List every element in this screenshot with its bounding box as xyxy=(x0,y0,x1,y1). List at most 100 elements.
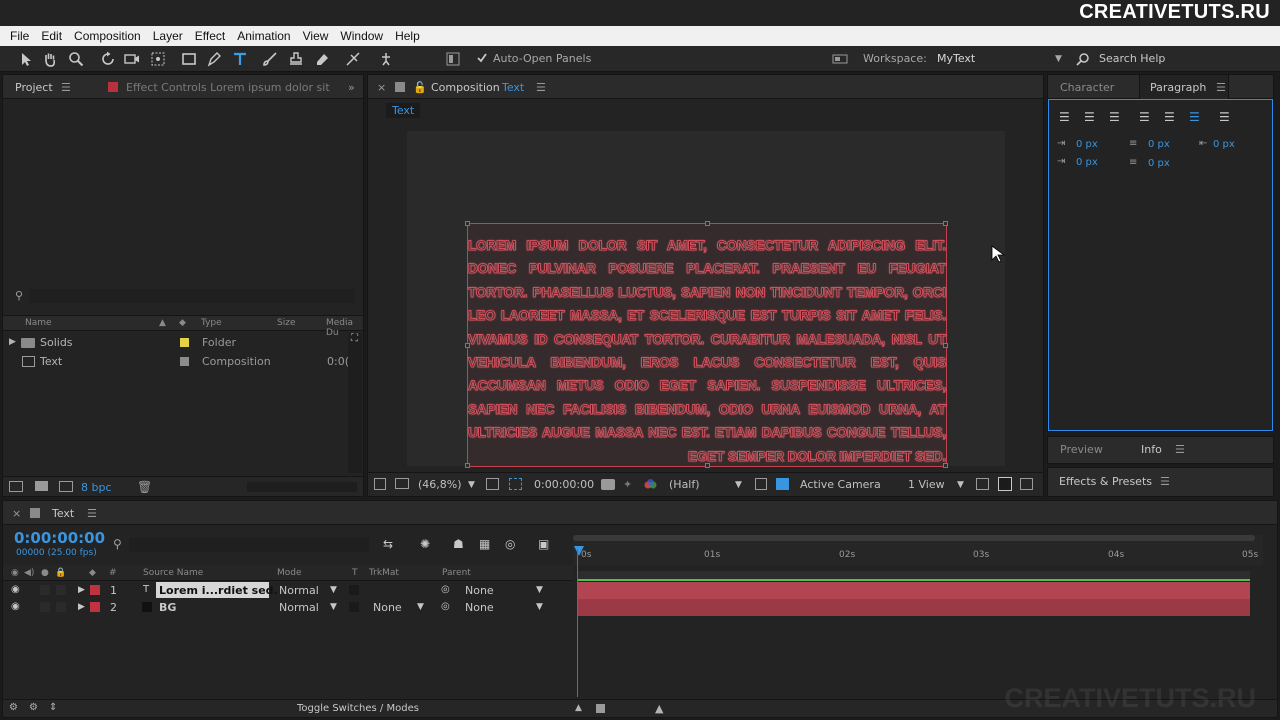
fast-preview-icon[interactable] xyxy=(755,478,767,490)
column-source-name[interactable]: Source Name xyxy=(143,568,203,578)
roto-brush-tool-icon[interactable] xyxy=(345,51,361,67)
zoom-out-icon[interactable]: ▲ xyxy=(575,703,582,713)
solo-switch-icon[interactable]: ● xyxy=(41,568,49,578)
snapshot-camera-icon[interactable] xyxy=(601,479,615,490)
tab-effects-presets[interactable]: Effects & Presets xyxy=(1059,475,1152,488)
zoom-tool-icon[interactable] xyxy=(68,51,84,67)
panel-menu-icon[interactable]: ☰ xyxy=(87,507,97,520)
indent-left-field[interactable]: 0 px xyxy=(1076,139,1098,150)
puppet-pin-tool-icon[interactable] xyxy=(378,51,394,67)
project-search-input[interactable] xyxy=(29,289,355,303)
column-number[interactable]: # xyxy=(109,568,117,578)
type-tool-icon[interactable] xyxy=(232,51,248,67)
layer-row-bg[interactable]: ◉ ▶ 2 BG Normal ▼ None ▼ ◎ None ▼ xyxy=(3,599,573,616)
auto-open-checkbox[interactable] xyxy=(476,52,488,64)
menu-file[interactable]: File xyxy=(4,29,35,43)
solo-toggle[interactable] xyxy=(40,585,50,595)
column-trkmat[interactable]: TrkMat xyxy=(369,568,399,578)
frame-blending-icon[interactable]: ▦ xyxy=(479,537,490,551)
transform-handle[interactable] xyxy=(465,463,470,468)
view-layout-select[interactable]: 1 View xyxy=(908,478,945,491)
panel-menu-icon[interactable]: ☰ xyxy=(1175,443,1185,456)
solo-toggle[interactable] xyxy=(40,602,50,612)
transfer-controls-icon[interactable]: ⚙ xyxy=(29,702,38,713)
draft-3d-icon[interactable]: ✺ xyxy=(420,537,430,551)
zoom-slider-thumb[interactable] xyxy=(596,704,605,713)
tab-info[interactable]: Info xyxy=(1141,443,1162,456)
column-name[interactable]: Name xyxy=(25,318,52,328)
timeline-search-input[interactable] xyxy=(129,538,369,552)
tab-preview[interactable]: Preview xyxy=(1060,443,1103,456)
search-help-input[interactable]: Search Help xyxy=(1099,52,1165,65)
close-icon[interactable]: × xyxy=(377,81,386,94)
pick-whip-icon[interactable]: ◎ xyxy=(441,584,450,595)
composition-name[interactable]: Text xyxy=(502,81,524,94)
rotate-tool-icon[interactable] xyxy=(100,51,116,67)
blend-mode-select[interactable]: Normal xyxy=(279,584,319,597)
layer-name[interactable]: Lorem i...rdiet sed. xyxy=(159,584,278,597)
flowchart-icon[interactable] xyxy=(1020,478,1033,490)
toggle-switches-modes-button[interactable]: Toggle Switches / Modes xyxy=(297,703,419,714)
interpret-footage-icon[interactable] xyxy=(9,481,23,492)
composition-viewer[interactable]: Lorem ipsum dolor sit amet, consectetur … xyxy=(368,123,1043,469)
project-item-solids[interactable]: ▶ Solids Folder xyxy=(3,333,348,352)
toggle-pixel-aspect-icon[interactable] xyxy=(976,478,989,490)
mode-chevron-down-icon[interactable]: ▼ xyxy=(330,602,337,612)
close-icon[interactable]: × xyxy=(12,507,21,520)
transform-handle[interactable] xyxy=(705,221,710,226)
column-size[interactable]: Size xyxy=(277,318,295,328)
panel-menu-icon[interactable]: ☰ xyxy=(61,81,71,94)
selection-tool-icon[interactable] xyxy=(18,51,34,67)
panel-menu-icon[interactable]: ☰ xyxy=(1160,475,1170,488)
tab-timeline-text[interactable]: Text xyxy=(52,507,74,520)
first-line-indent-field[interactable]: 0 px xyxy=(1076,157,1098,168)
monitor-icon[interactable] xyxy=(395,478,409,489)
eye-icon[interactable]: ◉ xyxy=(11,584,20,595)
tab-effect-controls[interactable]: Effect Controls Lorem ipsum dolor sit xyxy=(126,81,330,94)
bit-depth-button[interactable]: 8 bpc xyxy=(81,481,112,494)
align-center-icon[interactable]: ☰ xyxy=(1084,110,1095,124)
menu-layer[interactable]: Layer xyxy=(147,29,189,43)
tab-character[interactable]: Character xyxy=(1060,81,1114,94)
tab-composition[interactable]: Composition xyxy=(431,81,500,94)
panel-menu-icon[interactable]: ☰ xyxy=(1216,81,1226,94)
camera-view-select[interactable]: Active Camera xyxy=(800,478,881,491)
transparency-grid-icon[interactable] xyxy=(776,478,789,490)
space-before-field[interactable]: 0 px xyxy=(1148,139,1170,150)
layer-duration-bar[interactable] xyxy=(578,599,1250,616)
eye-icon[interactable]: ◉ xyxy=(11,601,20,612)
tab-project[interactable]: Project xyxy=(15,81,53,94)
graph-editor-icon[interactable]: ▣ xyxy=(538,537,549,551)
column-parent[interactable]: Parent xyxy=(442,568,471,578)
show-snapshot-icon[interactable]: ✦ xyxy=(623,478,632,491)
view-chevron-down-icon[interactable]: ▼ xyxy=(957,480,964,490)
timeline-current-time[interactable]: 0:00:00:00 xyxy=(14,529,105,547)
current-time-display[interactable]: 0:00:00:00 xyxy=(534,478,594,491)
parent-chevron-down-icon[interactable]: ▼ xyxy=(536,585,543,595)
zoom-in-icon[interactable]: ▲ xyxy=(655,702,663,715)
label-color-swatch[interactable] xyxy=(180,338,189,347)
justify-last-center-icon[interactable]: ☰ xyxy=(1164,110,1175,124)
layer-switches-icon[interactable]: ⚙ xyxy=(9,702,18,713)
align-right-icon[interactable]: ☰ xyxy=(1109,110,1120,124)
menu-view[interactable]: View xyxy=(297,29,335,43)
trash-icon[interactable]: 🗑 xyxy=(137,480,152,494)
panel-menu-icon[interactable]: ☰ xyxy=(536,81,546,94)
resolution-chevron-down-icon[interactable]: ▼ xyxy=(735,480,742,490)
expand-arrow-icon[interactable]: ▶ xyxy=(78,602,85,612)
in-out-icon[interactable]: ⇕ xyxy=(49,702,57,713)
workspace-chevron-down-icon[interactable]: ▼ xyxy=(1055,54,1062,64)
camera-tool-icon[interactable] xyxy=(124,51,140,67)
menu-composition[interactable]: Composition xyxy=(68,29,147,43)
expand-arrow-icon[interactable]: ▶ xyxy=(9,337,16,347)
motion-blur-icon[interactable]: ◎ xyxy=(505,537,515,551)
magnification-select[interactable]: (46,8%) xyxy=(418,478,462,491)
lock-switch-icon[interactable]: 🔒 xyxy=(55,568,66,578)
shy-layers-icon[interactable]: ☗ xyxy=(453,537,464,551)
pan-behind-tool-icon[interactable] xyxy=(150,51,166,67)
mode-chevron-down-icon[interactable]: ▼ xyxy=(330,585,337,595)
clone-stamp-tool-icon[interactable] xyxy=(288,51,304,67)
justify-last-right-icon[interactable]: ☰ xyxy=(1189,110,1200,124)
video-switch-icon[interactable]: ◉ xyxy=(11,568,19,578)
color-channels-icon[interactable] xyxy=(644,479,657,491)
